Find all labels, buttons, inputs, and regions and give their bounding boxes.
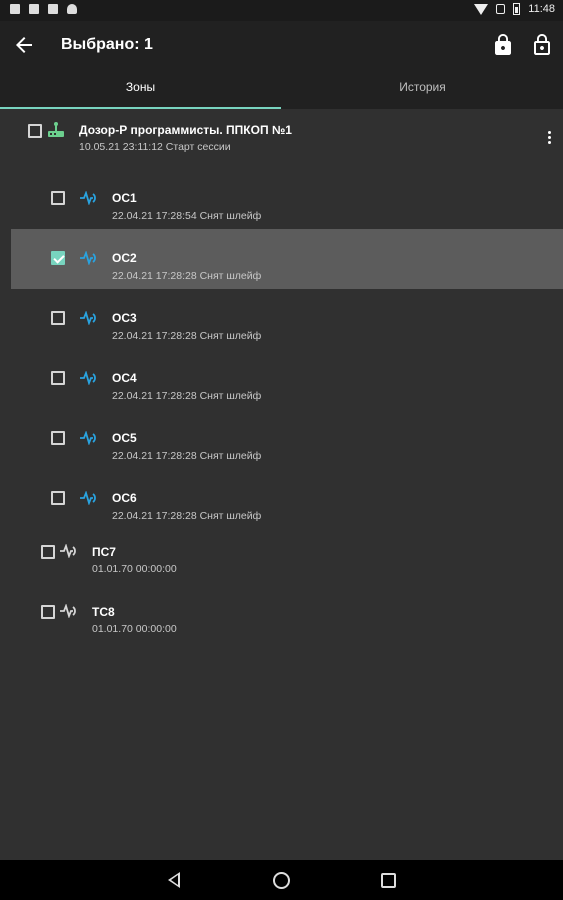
- lock-button[interactable]: [491, 33, 515, 57]
- zone-checkbox[interactable]: [51, 191, 65, 205]
- nav-recent-icon[interactable]: [381, 873, 396, 888]
- zone-signal-icon: [80, 251, 96, 265]
- zone-signal-icon: [60, 544, 76, 558]
- zone-row[interactable]: ОС2 22.04.21 17:28:28 Снят шлейф: [11, 229, 563, 289]
- status-bar: 11:48: [0, 0, 563, 21]
- back-arrow-icon: [16, 37, 32, 53]
- lock-icon: [495, 34, 511, 55]
- zone-signal-icon: [80, 191, 96, 205]
- more-options-button[interactable]: [541, 129, 557, 149]
- zone-signal-icon: [80, 431, 96, 445]
- router-icon: [48, 122, 64, 137]
- cast-icon: [48, 4, 58, 14]
- zone-row[interactable]: ПС7 01.01.70 00:00:00: [0, 529, 563, 589]
- screenshot-icon: [10, 4, 20, 14]
- device-row[interactable]: Дозор-Р программисты. ППКОП №1 10.05.21 …: [0, 109, 563, 169]
- device-checkbox[interactable]: [28, 124, 42, 138]
- zone-checkbox[interactable]: [41, 545, 55, 559]
- nav-home-icon[interactable]: [273, 872, 290, 889]
- zone-name: ОС5: [112, 431, 137, 445]
- device-name: Дозор-Р программисты. ППКОП №1: [79, 123, 292, 137]
- tab-history[interactable]: История: [282, 69, 563, 109]
- zone-row[interactable]: ТС8 01.01.70 00:00:00: [0, 589, 563, 649]
- unlock-button[interactable]: [530, 33, 554, 57]
- system-nav-bar: [0, 860, 563, 900]
- status-time: 11:48: [528, 3, 555, 15]
- zone-status: 22.04.21 17:28:28 Снят шлейф: [112, 450, 262, 462]
- nav-back-icon[interactable]: [168, 872, 180, 888]
- zone-checkbox[interactable]: [51, 491, 65, 505]
- page-title: Выбрано: 1: [61, 36, 153, 53]
- zone-signal-icon: [80, 371, 96, 385]
- device-status: 10.05.21 23:11:12 Старт сессии: [79, 141, 231, 153]
- zone-signal-icon: [60, 604, 76, 618]
- zone-name: ПС7: [92, 545, 116, 559]
- zone-status: 22.04.21 17:28:28 Снят шлейф: [112, 270, 262, 282]
- zone-row[interactable]: ОС3 22.04.21 17:28:28 Снят шлейф: [0, 289, 563, 349]
- zone-signal-icon: [80, 311, 96, 325]
- zone-name: ОС3: [112, 311, 137, 325]
- unlock-icon: [534, 34, 550, 55]
- tab-bar: Зоны История: [0, 69, 563, 109]
- zone-name: ОС1: [112, 191, 137, 205]
- zone-status: 22.04.21 17:28:28 Снят шлейф: [112, 390, 262, 402]
- zone-signal-icon: [80, 491, 96, 505]
- zone-checkbox[interactable]: [51, 251, 65, 265]
- zone-name: ТС8: [92, 605, 115, 619]
- zone-name: ОС4: [112, 371, 137, 385]
- zone-status: 22.04.21 17:28:28 Снят шлейф: [112, 510, 262, 522]
- notification-icon: [29, 4, 39, 14]
- zone-status: 22.04.21 17:28:28 Снят шлейф: [112, 330, 262, 342]
- android-icon: [67, 4, 77, 14]
- app-bar: Выбрано: 1: [0, 21, 563, 69]
- battery-icon: [513, 3, 521, 15]
- zone-checkbox[interactable]: [51, 371, 65, 385]
- tab-zones[interactable]: Зоны: [0, 69, 281, 109]
- zone-name: ОС6: [112, 491, 137, 505]
- zone-row[interactable]: ОС5 22.04.21 17:28:28 Снят шлейф: [0, 409, 563, 469]
- zone-row[interactable]: ОС1 22.04.21 17:28:54 Снят шлейф: [0, 168, 563, 228]
- back-button[interactable]: [12, 33, 36, 57]
- zone-name: ОС2: [112, 251, 137, 265]
- wifi-icon: [474, 3, 489, 15]
- zone-checkbox[interactable]: [51, 311, 65, 325]
- zone-status: 22.04.21 17:28:54 Снят шлейф: [112, 210, 262, 222]
- zone-checkbox[interactable]: [41, 605, 55, 619]
- mute-icon: [496, 4, 506, 14]
- zone-status: 01.01.70 00:00:00: [92, 623, 177, 635]
- zone-status: 01.01.70 00:00:00: [92, 563, 177, 575]
- more-vert-icon: [547, 131, 551, 134]
- zone-row[interactable]: ОС4 22.04.21 17:28:28 Снят шлейф: [0, 349, 563, 409]
- zone-row[interactable]: ОС6 22.04.21 17:28:28 Снят шлейф: [0, 469, 563, 529]
- zone-checkbox[interactable]: [51, 431, 65, 445]
